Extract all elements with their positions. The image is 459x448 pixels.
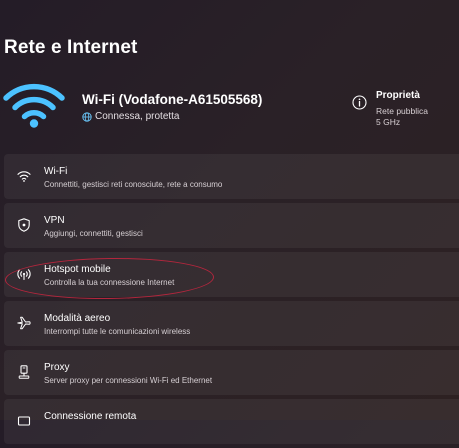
setting-card-dialup[interactable]: Connessione remota <box>4 399 459 444</box>
setting-description: Interrompi tutte le comunicazioni wirele… <box>44 326 191 336</box>
setting-description: Connettiti, gestisci reti conosciute, re… <box>44 179 223 189</box>
properties-title: Proprietà <box>376 90 420 101</box>
globe-icon <box>82 111 92 122</box>
setting-card-wifi[interactable]: Wi-Fi Connettiti, gestisci reti conosciu… <box>4 154 459 199</box>
proxy-icon <box>16 364 32 380</box>
setting-label: Modalità aereo <box>44 313 111 324</box>
setting-label: Hotspot mobile <box>44 264 111 275</box>
hotspot-icon <box>16 266 32 282</box>
settings-list: Wi-Fi Connettiti, gestisci reti conosciu… <box>4 154 459 448</box>
setting-description: Aggiungi, connettiti, gestisci <box>44 228 143 238</box>
wifi-status-banner: Wi-Fi (Vodafone-A61505568) Connessa, pro… <box>0 78 459 138</box>
setting-label: Connessione remota <box>44 411 137 422</box>
wifi-signal-icon <box>3 81 65 129</box>
setting-card-hotspot[interactable]: Hotspot mobile Controlla la tua connessi… <box>4 252 459 297</box>
setting-description: Server proxy per connessioni Wi-Fi ed Et… <box>44 375 213 385</box>
properties-button[interactable]: Proprietà Rete pubblica 5 GHz <box>352 90 459 130</box>
dialup-icon <box>16 413 32 429</box>
network-name: Wi-Fi (Vodafone-A61505568) <box>82 92 263 107</box>
setting-label: Proxy <box>44 362 70 373</box>
airplane-icon <box>16 315 32 331</box>
setting-label: VPN <box>44 215 65 226</box>
setting-card-proxy[interactable]: Proxy Server proxy per connessioni Wi-Fi… <box>4 350 459 395</box>
setting-card-airplane-mode[interactable]: Modalità aereo Interrompi tutte le comun… <box>4 301 459 346</box>
connection-status-text: Connessa, protetta <box>95 111 180 122</box>
setting-card-vpn[interactable]: VPN Aggiungi, connettiti, gestisci <box>4 203 459 248</box>
network-type: Rete pubblica <box>376 106 428 116</box>
wifi-icon <box>16 168 32 184</box>
network-band: 5 GHz <box>376 117 401 127</box>
info-icon <box>352 95 367 110</box>
connection-status: Connessa, protetta <box>82 111 180 122</box>
page-title: Rete e Internet <box>4 37 138 58</box>
shield-icon <box>16 217 32 233</box>
setting-label: Wi-Fi <box>44 166 68 177</box>
setting-description: Controlla la tua connessione Internet <box>44 277 175 287</box>
